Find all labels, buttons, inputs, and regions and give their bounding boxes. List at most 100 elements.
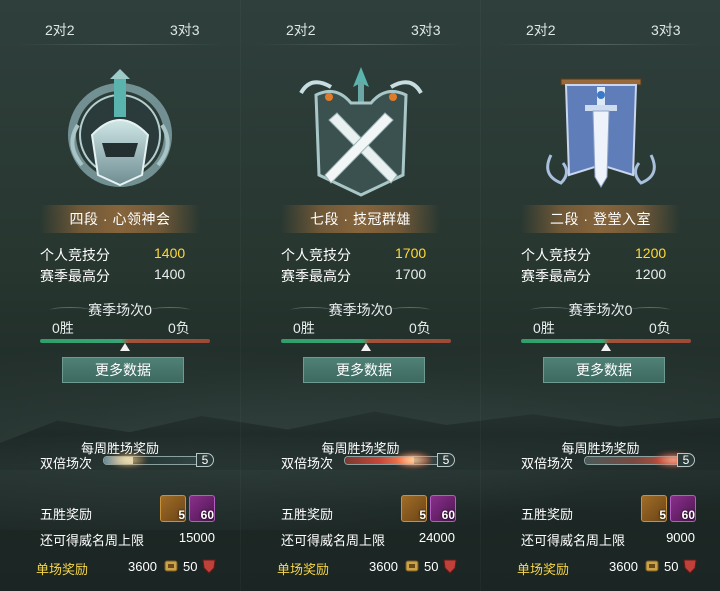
double-matches-value: 5 (196, 453, 214, 467)
win-loss-marker (120, 343, 130, 351)
coin-icon (645, 560, 659, 572)
tab-2v2[interactable]: 2对2 (286, 20, 316, 40)
reward-count: 5 (419, 508, 426, 522)
wins-count: 0胜 (293, 320, 315, 336)
personal-score-value: 1400 (154, 245, 186, 261)
personal-score-row: 个人竞技分 1400 (40, 245, 200, 265)
weekly-cap-row: 还可得威名周上限 24000 (281, 530, 455, 549)
season-high-label: 赛季最高分 (281, 268, 351, 284)
rank-panel-1: 2对2 3对3 四段 · 心领神会 个人竞技分 1400 赛季最高分 1400 … (0, 0, 240, 591)
weekly-cap-value: 9000 (666, 530, 695, 545)
rank-name: 四段 · 心领神会 (40, 205, 200, 233)
reward-count: 5 (659, 508, 666, 522)
double-matches-glow (393, 452, 433, 468)
coin-icon (405, 560, 419, 572)
season-high-value: 1400 (154, 266, 186, 282)
purple-potion-icon[interactable]: 60 (189, 495, 215, 522)
weekly-cap-label: 还可得威名周上限 (521, 533, 626, 548)
honor-shield-icon (683, 559, 697, 574)
double-matches-label: 双倍场次 (521, 456, 574, 471)
weekly-cap-label: 还可得威名周上限 (281, 533, 386, 548)
coin-icon (164, 560, 178, 572)
season-high-label: 赛季最高分 (521, 268, 591, 284)
mode-tabs: 2对2 3对3 (241, 20, 480, 42)
mode-tabs: 2对2 3对3 (0, 20, 240, 42)
rank-panel-2: 2对2 3对3 七段 · 技冠群雄 个人竞技分 1700 赛季最高分 1700 … (240, 0, 480, 591)
season-high-row: 赛季最高分 1400 (40, 266, 200, 286)
season-matches: 赛季场次0 (328, 302, 393, 318)
losses-count: 0负 (168, 320, 190, 336)
more-data-button[interactable]: 更多数据 (62, 357, 184, 383)
season-high-row: 赛季最高分 1200 (521, 266, 680, 286)
personal-score-label: 个人竞技分 (40, 247, 110, 263)
treasure-chest-icon[interactable]: 5 (401, 495, 427, 522)
reward-count: 60 (681, 508, 695, 522)
personal-score-value: 1200 (635, 245, 667, 261)
season-high-row: 赛季最高分 1700 (281, 266, 440, 286)
losses-count: 0负 (649, 320, 671, 336)
honor-shield-icon (202, 559, 216, 574)
tab-3v3[interactable]: 3对3 (651, 20, 681, 40)
mode-tabs: 2对2 3对3 (481, 20, 720, 42)
double-matches-value: 5 (437, 453, 455, 467)
double-matches-label: 双倍场次 (40, 456, 93, 471)
double-matches-glow (108, 452, 148, 468)
personal-score-row: 个人竞技分 1200 (521, 245, 680, 265)
wins-count: 0胜 (533, 320, 555, 336)
rank-name: 二段 · 登堂入室 (521, 205, 680, 233)
more-data-button[interactable]: 更多数据 (543, 357, 665, 383)
weekly-cap-row: 还可得威名周上限 9000 (521, 530, 695, 549)
season-high-label: 赛季最高分 (40, 268, 110, 284)
tab-2v2[interactable]: 2对2 (526, 20, 556, 40)
reward-count: 60 (200, 508, 214, 522)
single-reward-coins: 3600 (369, 559, 398, 574)
win-loss-marker (601, 343, 611, 351)
single-reward-honor: 50 (664, 559, 679, 574)
season-high-value: 1200 (635, 266, 667, 282)
personal-score-row: 个人竞技分 1700 (281, 245, 440, 265)
losses-count: 0负 (409, 320, 431, 336)
personal-score-label: 个人竞技分 (521, 247, 591, 263)
weekly-cap-value: 24000 (418, 530, 455, 545)
purple-potion-icon[interactable]: 60 (670, 495, 696, 522)
weekly-cap-value: 15000 (178, 530, 215, 545)
single-reward-label: 单场奖励 (517, 562, 570, 577)
rank-name: 七段 · 技冠群雄 (281, 205, 440, 233)
more-data-button[interactable]: 更多数据 (303, 357, 425, 383)
five-win-reward-label: 五胜奖励 (281, 507, 334, 522)
single-reward-label: 单场奖励 (36, 562, 89, 577)
tab-3v3[interactable]: 3对3 (170, 20, 200, 40)
ghost-helm-emblem-icon (68, 69, 172, 187)
reward-count: 5 (178, 508, 185, 522)
purple-potion-icon[interactable]: 60 (430, 495, 456, 522)
tab-3v3[interactable]: 3对3 (411, 20, 441, 40)
wins-count: 0胜 (52, 320, 74, 336)
crossed-swords-emblem-icon (298, 67, 423, 197)
double-matches-value: 5 (677, 453, 695, 467)
season-high-value: 1700 (395, 266, 427, 282)
season-matches: 赛季场次0 (88, 302, 152, 318)
tab-2v2[interactable]: 2对2 (45, 20, 75, 40)
personal-score-value: 1700 (395, 245, 427, 261)
tab-divider (497, 44, 704, 45)
single-reward-label: 单场奖励 (277, 562, 330, 577)
honor-shield-icon (443, 559, 457, 574)
treasure-chest-icon[interactable]: 5 (641, 495, 667, 522)
tab-divider (16, 44, 224, 45)
weekly-cap-label: 还可得威名周上限 (40, 533, 145, 548)
personal-score-label: 个人竞技分 (281, 247, 351, 263)
win-loss-marker (361, 343, 371, 351)
five-win-reward-label: 五胜奖励 (40, 507, 93, 522)
single-reward-honor: 50 (424, 559, 439, 574)
double-matches-label: 双倍场次 (281, 456, 334, 471)
reward-count: 60 (441, 508, 455, 522)
five-win-reward-label: 五胜奖励 (521, 507, 574, 522)
single-reward-coins: 3600 (128, 559, 157, 574)
tab-divider (257, 44, 464, 45)
banner-sword-emblem-icon (545, 78, 656, 188)
single-reward-honor: 50 (183, 559, 198, 574)
season-matches: 赛季场次0 (568, 302, 633, 318)
rank-panel-3: 2对2 3对3 二段 · 登堂入室 个人竞技分 1200 赛季最高分 1200 … (480, 0, 720, 591)
weekly-cap-row: 还可得威名周上限 15000 (40, 530, 215, 549)
treasure-chest-icon[interactable]: 5 (160, 495, 186, 522)
